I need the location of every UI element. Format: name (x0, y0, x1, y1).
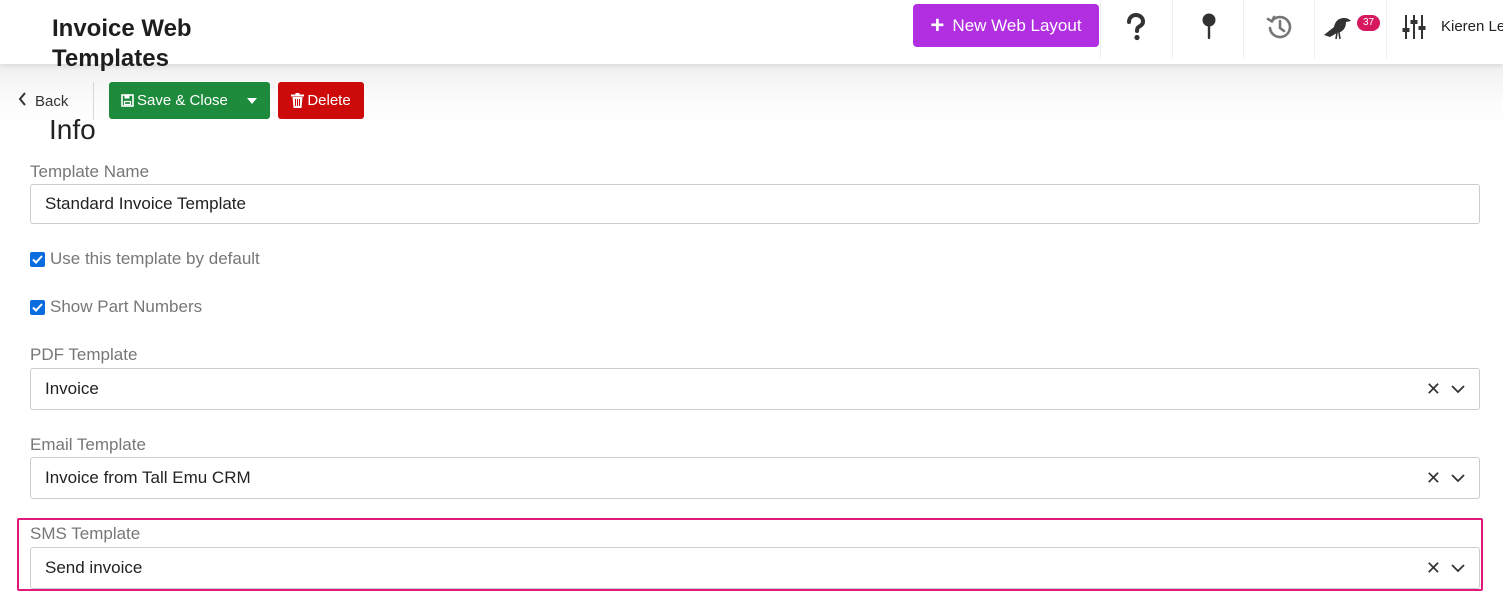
email-template-value: Invoice from Tall Emu CRM (45, 468, 251, 487)
trash-icon (291, 93, 305, 108)
save-icon (121, 94, 134, 107)
page-title: Invoice Web Templates (52, 15, 192, 72)
user-name[interactable]: Kieren Le (1441, 18, 1503, 35)
show-part-numbers-label: Show Part Numbers (50, 297, 203, 316)
header-divider (1243, 0, 1244, 58)
sms-template-label: SMS Template (30, 524, 141, 543)
top-bar: Invoice Web Templates + New Web Layout 3… (0, 0, 1503, 72)
new-web-layout-button[interactable]: + New Web Layout (913, 4, 1099, 47)
pdf-template-value: Invoice (45, 379, 99, 398)
pdf-template-select[interactable]: Invoice ✕ (30, 368, 1480, 410)
pin-icon[interactable] (1190, 8, 1228, 46)
pdf-template-label: PDF Template (30, 345, 138, 364)
use-default-label: Use this template by default (50, 249, 260, 268)
settings-sliders-icon[interactable] (1395, 8, 1433, 46)
template-name-label: Template Name (30, 162, 150, 181)
header-divider (1100, 0, 1101, 58)
clear-icon[interactable]: ✕ (1426, 380, 1441, 398)
plus-icon: + (930, 11, 945, 39)
new-web-layout-label: New Web Layout (952, 15, 1082, 35)
chevron-down-icon[interactable] (1451, 473, 1465, 483)
check-icon (32, 254, 43, 264)
check-icon (32, 302, 43, 312)
header-divider (1172, 0, 1173, 58)
header-divider (1314, 0, 1315, 58)
chevron-left-icon (18, 92, 27, 110)
show-part-numbers-checkbox[interactable] (30, 299, 45, 315)
chevron-down-icon[interactable] (1451, 563, 1465, 573)
clear-icon[interactable]: ✕ (1426, 469, 1441, 487)
save-options-dropdown[interactable] (233, 82, 270, 119)
notification-badge: 37 (1357, 15, 1381, 31)
use-default-checkbox[interactable] (30, 251, 45, 267)
bird-notifications-icon[interactable] (1319, 8, 1357, 46)
caret-down-icon (246, 97, 257, 104)
template-name-input[interactable] (30, 184, 1480, 224)
delete-label: Delete (307, 92, 351, 109)
header-divider (1386, 0, 1387, 58)
save-close-label: Save & Close (137, 92, 228, 109)
help-icon[interactable] (1117, 8, 1155, 46)
email-template-label: Email Template (30, 435, 146, 454)
sms-template-value: Send invoice (45, 558, 143, 577)
history-icon[interactable] (1261, 8, 1299, 46)
use-default-checkbox-row[interactable]: Use this template by default (30, 249, 260, 269)
back-link[interactable]: Back (18, 92, 68, 110)
clear-icon[interactable]: ✕ (1426, 559, 1441, 577)
sms-template-select[interactable]: Send invoice ✕ (30, 547, 1480, 589)
back-label: Back (35, 92, 69, 110)
save-close-button[interactable]: Save & Close (109, 82, 270, 119)
chevron-down-icon[interactable] (1451, 384, 1465, 394)
delete-button[interactable]: Delete (278, 82, 364, 119)
show-part-numbers-checkbox-row[interactable]: Show Part Numbers (30, 297, 202, 317)
section-title: Info (49, 114, 96, 145)
email-template-select[interactable]: Invoice from Tall Emu CRM ✕ (30, 457, 1480, 499)
